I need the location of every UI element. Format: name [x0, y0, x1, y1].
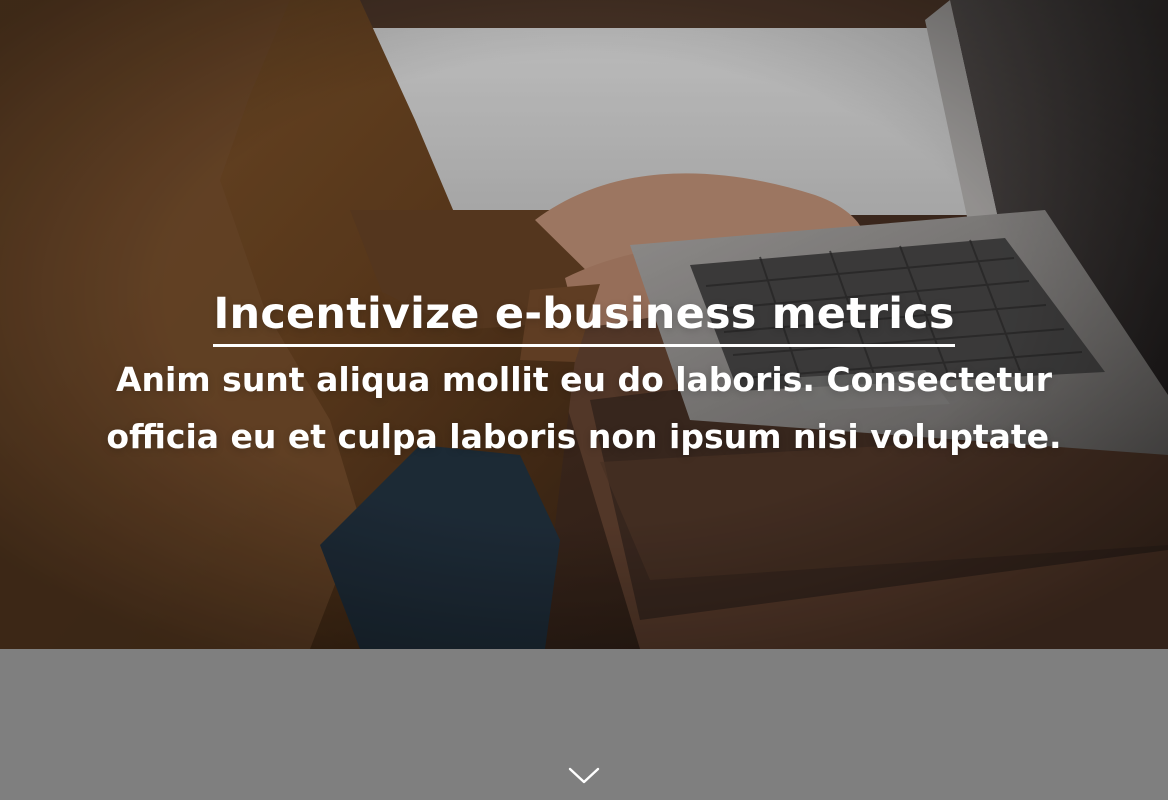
hero-section: Incentivize e-business metrics Anim sunt… [0, 0, 1168, 649]
chevron-down-icon [568, 767, 600, 785]
hero-content: Incentivize e-business metrics Anim sunt… [0, 286, 1168, 465]
hero-subtitle: Anim sunt aliqua mollit eu do laboris. C… [106, 360, 1062, 456]
scroll-down-button[interactable] [566, 762, 602, 790]
hero-title: Incentivize e-business metrics [213, 286, 955, 347]
